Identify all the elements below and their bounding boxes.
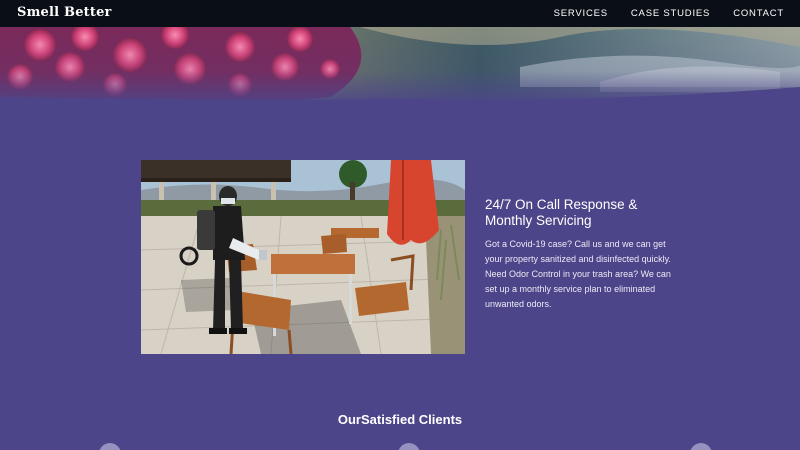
clients-heading: OurSatisfied Clients: [337, 412, 463, 427]
top-navbar: Smell Better SERVICES CASE STUDIES CONTA…: [0, 0, 800, 27]
client-logo: [690, 443, 712, 450]
nav-menu: SERVICES CASE STUDIES CONTACT: [554, 8, 784, 19]
feature-description: Got a Covid-19 case? Call us and we can …: [485, 239, 671, 309]
hero-banner-image: [0, 27, 800, 107]
brand-logo[interactable]: Smell Better: [17, 5, 112, 20]
feature-heading-line1: 24/7 On Call Response &: [485, 197, 638, 212]
disinfection-photo: [141, 160, 465, 354]
nav-link-contact[interactable]: CONTACT: [733, 8, 784, 19]
client-logo: [99, 443, 121, 450]
feature-heading-line2: Monthly Servicing: [485, 213, 592, 228]
feature-text-block: 24/7 On Call Response & Monthly Servicin…: [485, 197, 680, 312]
feature-heading: 24/7 On Call Response & Monthly Servicin…: [485, 197, 680, 229]
nav-link-case-studies[interactable]: CASE STUDIES: [631, 8, 710, 19]
patio-sanitizing-image: [141, 160, 465, 354]
nav-link-services[interactable]: SERVICES: [554, 8, 608, 19]
client-logo: [398, 443, 420, 450]
hero-banner: [0, 27, 800, 107]
